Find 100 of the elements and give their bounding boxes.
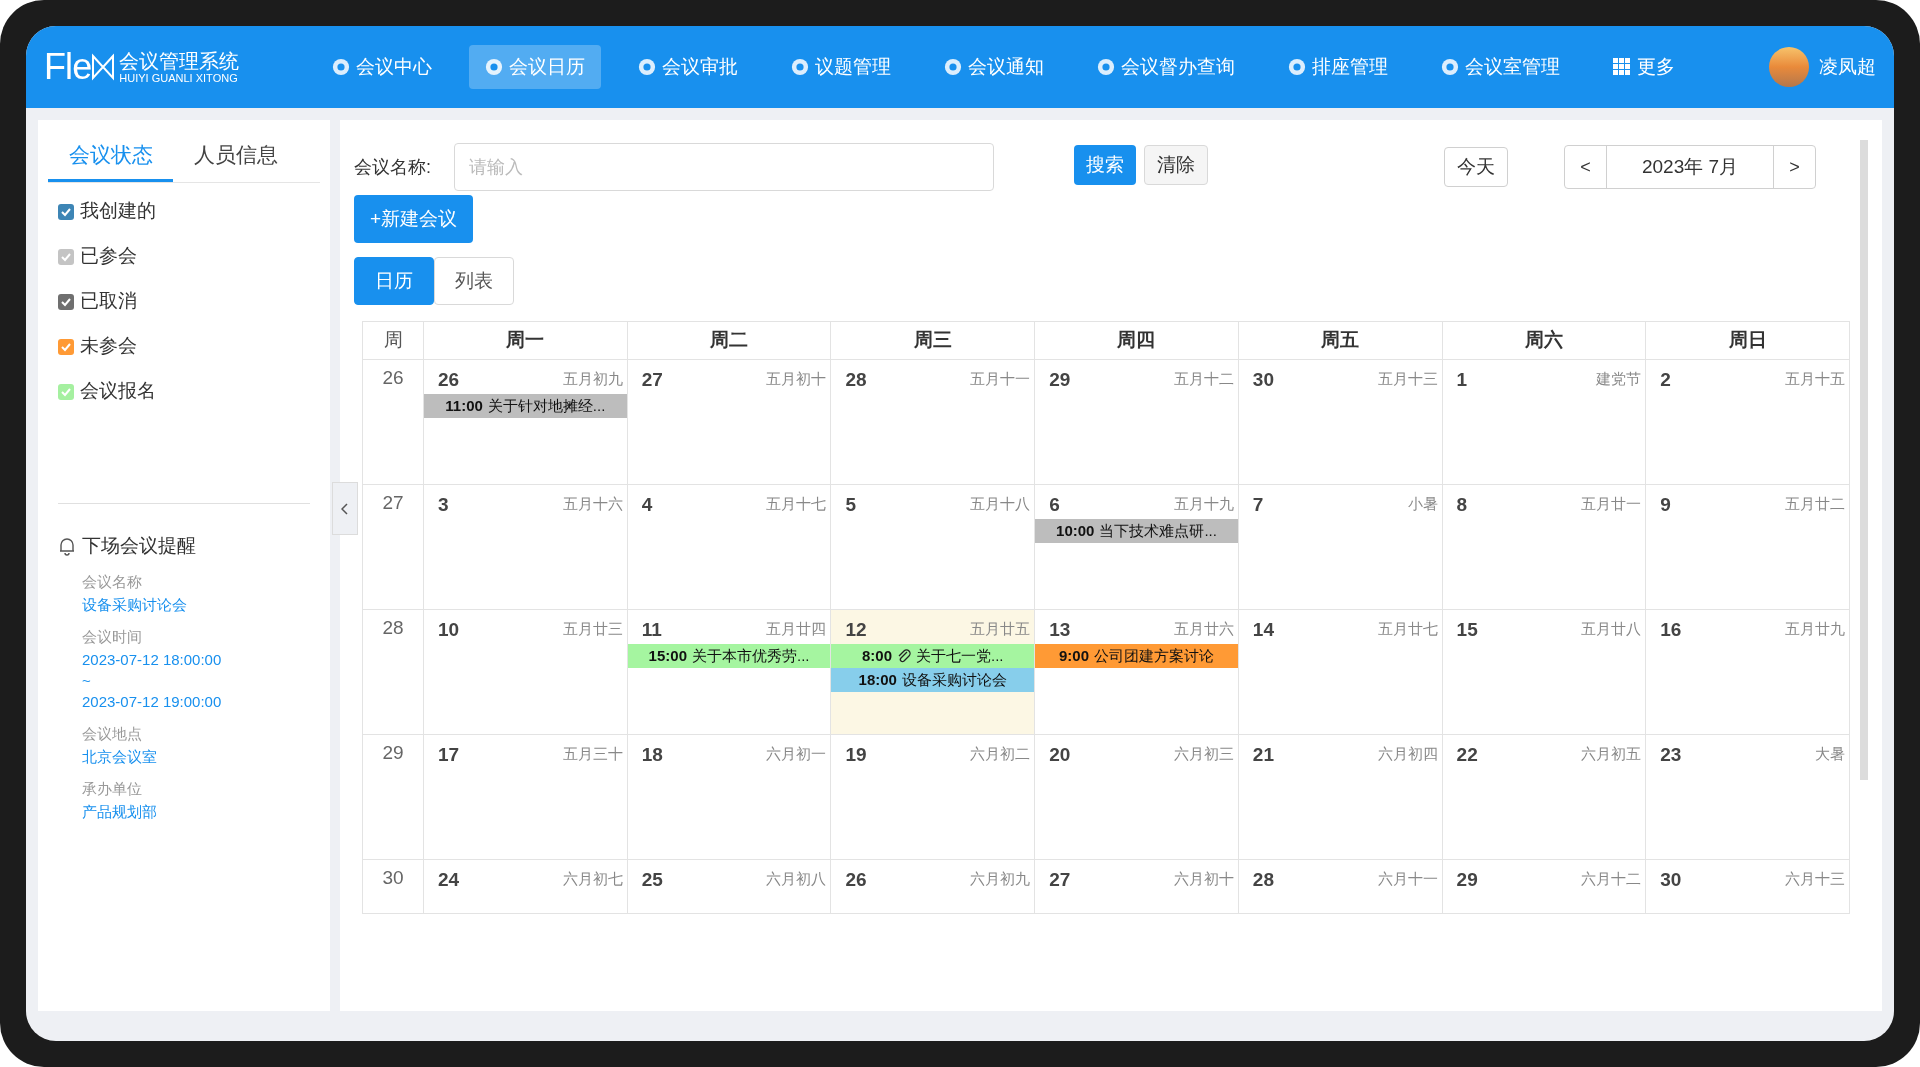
weekday-header: 周日 [1645,322,1849,359]
day-cell[interactable]: 11 五月廿四 15:00 关于本市优秀劳... [626,610,831,734]
event-bar[interactable]: 8:00 关于七一党... [831,644,1035,668]
lunar-date: 五月廿一 [1581,494,1642,514]
avatar[interactable] [1769,47,1809,87]
clear-button[interactable]: 清除 [1144,145,1208,185]
week-column-header: 周 [382,328,404,353]
lunar-date: 建党节 [1596,369,1642,389]
event-title: 关于七一党... [916,645,1004,666]
day-number: 29 [1049,368,1071,392]
day-number: 6 [1049,493,1060,517]
sidebar-tab[interactable]: 人员信息 [173,130,298,182]
day-number: 26 [438,368,460,392]
logo-subtitle: HUIYI GUANLI XITONG [119,71,239,85]
reminder-value: 2023-07-12 18:00:00 [82,649,223,669]
status-label: 我创建的 [80,199,156,224]
day-cell[interactable]: 6 五月十九 10:00 当下技术难点研... [1034,485,1238,609]
name-input[interactable]: 请输入 [454,143,994,191]
name-label: 会议名称: [354,155,432,179]
gear-icon [1441,58,1459,76]
day-number: 24 [438,868,460,892]
day-number: 26 [845,868,867,892]
lunar-date: 六月初五 [1581,744,1642,764]
week-number: 29 [381,741,405,765]
checkbox[interactable] [58,248,74,265]
checkbox[interactable] [58,338,74,355]
day-number: 8 [1456,493,1468,517]
logo-wordmark: Fle [44,49,92,85]
event-bar[interactable]: 9:00 公司团建方案讨论 [1035,644,1238,668]
event-title: 当下技术难点研... [1099,520,1217,541]
day-number: 2 [1660,368,1671,392]
next-month-button[interactable]: > [1773,146,1815,188]
status-label: 未参会 [80,334,137,359]
lunar-date: 五月廿六 [1173,619,1234,639]
event-bar[interactable]: 10:00 当下技术难点研... [1035,519,1238,543]
today-button[interactable]: 今天 [1444,147,1508,187]
gear-icon [1097,58,1115,76]
scrollbar-thumb[interactable] [1860,140,1868,780]
lunar-date: 五月廿三 [562,619,623,639]
lunar-date: 六月十三 [1785,869,1845,889]
day-number: 13 [1049,618,1071,642]
lunar-date: 六月初八 [766,869,827,889]
day-cell[interactable]: 12 五月廿五 8:00 关于七一党... 18:00 设备采购讨论会 [830,610,1035,734]
day-number: 9 [1660,493,1671,517]
view-tab[interactable]: 列表 [434,257,514,305]
gear-icon [332,58,350,76]
event-bar[interactable]: 15:00 关于本市优秀劳... [627,644,831,668]
gear-icon [638,58,656,76]
prev-month-button[interactable]: < [1565,146,1607,188]
lunar-date: 五月廿九 [1785,619,1845,639]
event-title: 公司团建方案讨论 [1094,645,1214,666]
day-number: 12 [845,618,867,642]
collapse-handle[interactable] [332,482,358,535]
gear-icon [1288,58,1306,76]
day-number: 28 [1252,868,1274,892]
event-title: 关于本市优秀劳... [692,645,810,666]
lunar-date: 六月初七 [562,869,623,889]
lunar-date: 五月三十 [562,744,623,764]
checkbox[interactable] [58,203,74,220]
event-time: 8:00 [862,645,893,666]
lunar-date: 五月十九 [1173,494,1234,514]
lunar-date: 六月初二 [970,744,1031,764]
week-number: 30 [381,866,405,890]
lunar-date: 五月十八 [970,494,1031,514]
weekday-header: 周三 [830,322,1035,359]
status-label: 已取消 [80,289,137,314]
weekday-header: 周五 [1237,322,1442,359]
day-number: 15 [1456,618,1478,642]
day-number: 27 [1049,868,1071,892]
reminder-label: 会议名称 [82,571,143,592]
day-number: 29 [1456,868,1478,892]
lunar-date: 六月十二 [1581,869,1642,889]
lunar-date: 五月十六 [562,494,623,514]
bell-icon [58,536,76,557]
lunar-date: 小暑 [1407,494,1438,514]
checkbox[interactable] [58,383,74,400]
grid-icon [1613,58,1631,76]
day-cell[interactable]: 26 五月初九 11:00 关于针对地摊经... [423,360,627,484]
lunar-date: 五月初十 [766,369,827,389]
day-number: 11 [641,618,662,642]
day-number: 21 [1252,743,1274,767]
event-title: 设备采购讨论会 [901,669,1007,690]
event-bar[interactable]: 11:00 关于针对地摊经... [424,394,627,418]
lunar-date: 六月初一 [766,744,827,764]
lunar-date: 五月初九 [562,369,623,389]
month-label: 2023年 7月 [1640,154,1740,179]
day-number: 1 [1456,368,1468,392]
day-number: 3 [438,493,449,517]
event-bar[interactable]: 18:00 设备采购讨论会 [831,668,1035,692]
lunar-date: 六月初十 [1173,869,1234,889]
reminder-value: 北京会议室 [82,746,158,766]
day-cell[interactable]: 13 五月廿六 9:00 公司团建方案讨论 [1034,610,1238,734]
reminder-value: ~ [82,670,92,690]
reminder-value: 设备采购讨论会 [82,594,188,614]
day-number: 27 [641,368,663,392]
event-time: 18:00 [858,669,897,690]
day-number: 25 [641,868,663,892]
weekday-header: 周一 [423,322,627,359]
checkbox[interactable] [58,293,74,310]
lunar-date: 五月廿四 [766,619,827,639]
